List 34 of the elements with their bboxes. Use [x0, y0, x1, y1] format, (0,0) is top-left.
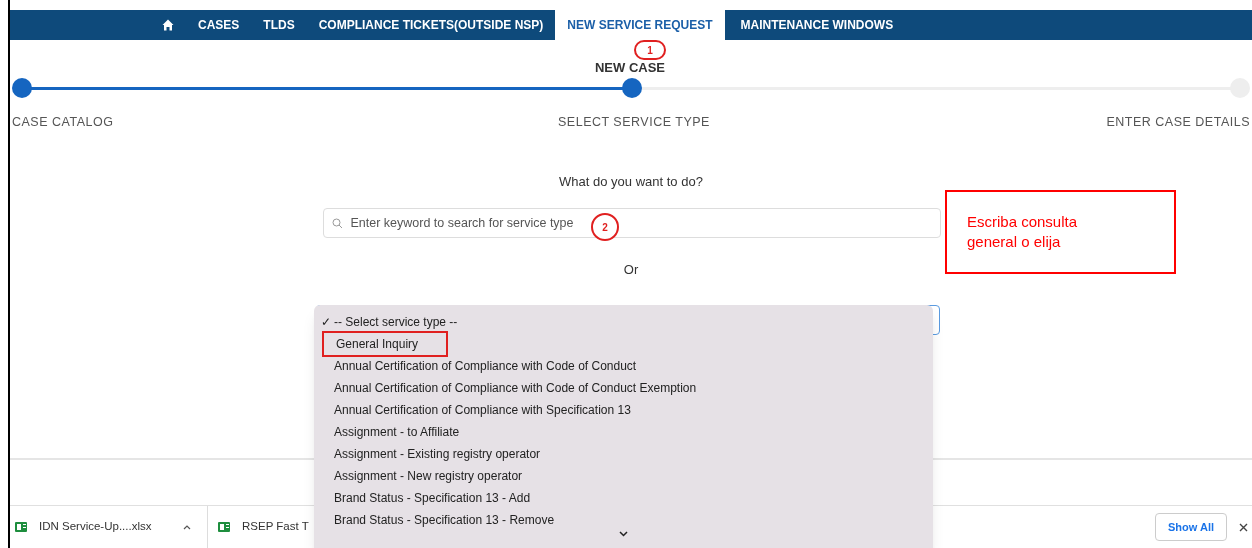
- caret-up-icon[interactable]: [183, 524, 191, 530]
- dropdown-option[interactable]: Assignment - New registry operator: [334, 467, 523, 485]
- nav-tab[interactable]: NEW SERVICE REQUEST: [555, 10, 725, 40]
- nav-tab[interactable]: COMPLIANCE TICKETS(OUTSIDE NSP): [306, 10, 556, 40]
- nav-tab[interactable]: CASES: [186, 10, 252, 40]
- show-all-button[interactable]: Show All: [1154, 513, 1227, 541]
- page-title: NEW CASE: [593, 59, 667, 77]
- chevron-down-icon: [619, 531, 628, 537]
- dropdown-option[interactable]: Annual Certification of Compliance with Specification 13: [334, 401, 631, 419]
- home-icon[interactable]: [162, 19, 174, 31]
- check-mark: ✓: [321, 314, 332, 331]
- dropdown-option[interactable]: Annual Certification of Compliance with Code of Conduct: [334, 357, 637, 375]
- annotation-marker: 1: [634, 40, 666, 60]
- step-label: ENTER CASE DETAILS: [1106, 114, 1250, 131]
- prompt-text: What do you want to do?: [559, 173, 703, 191]
- close-icon[interactable]: [1239, 522, 1248, 532]
- nav-tab[interactable]: MAINTENANCE WINDOWS: [728, 10, 906, 40]
- step-label: SELECT SERVICE TYPE: [558, 114, 710, 131]
- dropdown-option[interactable]: -- Select service type --: [334, 313, 458, 331]
- dropdown-option[interactable]: Brand Status - Specification 13 - Remove: [334, 511, 555, 529]
- dropdown-option[interactable]: Brand Status - Specification 13 - Add: [334, 489, 531, 507]
- annotation-callout: Escriba consulta general o elija: [945, 190, 1176, 274]
- dropdown-option[interactable]: Assignment - Existing registry operator: [334, 445, 541, 463]
- spreadsheet-file-icon: [15, 521, 27, 533]
- dropdown-option[interactable]: Assignment - to Affiliate: [334, 423, 460, 441]
- or-label: Or: [623, 260, 639, 279]
- dropdown-option[interactable]: General Inquiry: [322, 331, 449, 357]
- search-icon: [331, 217, 343, 229]
- download-file-name[interactable]: IDN Service-Up....xlsx: [39, 518, 152, 536]
- nav-tab[interactable]: TLDS: [251, 10, 307, 40]
- step-label: CASE CATALOG: [12, 114, 114, 131]
- dropdown-option[interactable]: Annual Certification of Compliance with Code of Conduct Exemption: [334, 379, 697, 397]
- spreadsheet-file-icon: [218, 521, 230, 533]
- download-file-name[interactable]: RSEP Fast T: [242, 518, 309, 536]
